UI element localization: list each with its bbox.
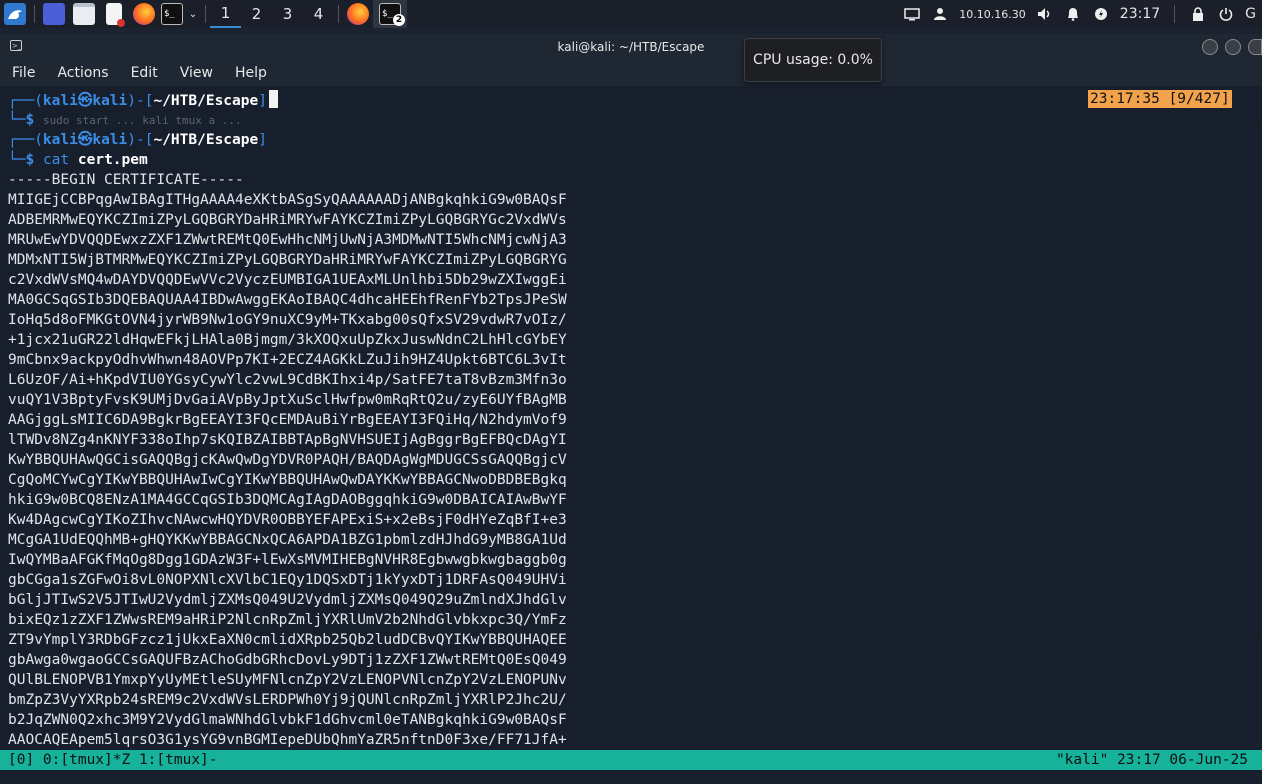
menu-view[interactable]: View bbox=[168, 65, 223, 81]
workspace-3[interactable]: 3 bbox=[272, 0, 303, 28]
panel-tray: 10.10.16.30 23:17 G bbox=[903, 0, 1262, 28]
window-title: kali@kali: ~/HTB/Escape bbox=[557, 40, 705, 54]
ghost-text: sudo start ... kali tmux a ... bbox=[42, 114, 242, 127]
menu-edit[interactable]: Edit bbox=[119, 65, 168, 81]
maximize-button[interactable] bbox=[1225, 39, 1241, 55]
cert-line: KwYBBQUHAwQGCisGAQQBgjcKAwQwDgYDVR0PAQH/… bbox=[8, 452, 567, 468]
terminal-output[interactable]: ┌──(kali㉿kali)-[~/HTB/Escape] └─$ sudo s… bbox=[0, 86, 1262, 750]
cert-line: gbAwga0wgaoGCCsGAQUFBzAChoGdbGRhcDovLy9D… bbox=[8, 652, 567, 668]
taskbar-terminal[interactable]: $_ 2 bbox=[373, 0, 407, 28]
menu-file[interactable]: File bbox=[0, 65, 45, 81]
cert-line: b2JqZWN0Q2xhc3M9Y2VydGlmaWNhdGlvbkF1dGhv… bbox=[8, 712, 567, 728]
window-titlebar[interactable]: >_ kali@kali: ~/HTB/Escape bbox=[0, 34, 1262, 60]
cert-line: CgQoMCYwCgYIKwYBBQUHAwIwCgYIKwYBBQUHAwQw… bbox=[8, 472, 567, 488]
prompt-line: ┌──(kali㉿kali)-[~/HTB/Escape] bbox=[8, 132, 267, 148]
close-button[interactable] bbox=[1248, 39, 1262, 55]
menu-help[interactable]: Help bbox=[223, 65, 277, 81]
cert-line: AAGjggLsMIIC6DA9BgkrBgEEAYI3FQcEMDAuBiYr… bbox=[8, 412, 567, 428]
cert-line: vuQY1V3BptyFvsK9UMjDvGaiAVpByJptXuSclHwf… bbox=[8, 392, 567, 408]
cert-line: +1jcx21uGR22ldHqwEFkjLHAla0Bjmgm/3kXOQxu… bbox=[8, 332, 567, 348]
cert-line: bmZpZ3VyYXRpb24sREM9c2VxdWVsLERDPWh0Yj9j… bbox=[8, 692, 567, 708]
cert-line: c2VxdWVsMQ4wDAYDVQQDEwVVc2VyczEUMBIGA1UE… bbox=[8, 272, 567, 288]
taskbar-firefox[interactable] bbox=[343, 0, 373, 28]
volume-icon[interactable] bbox=[1036, 5, 1054, 23]
text-editor-icon bbox=[106, 3, 125, 27]
cert-line: AAOCAQEApem5lqrsO3G1ysYG9vnBGMIepeDUbQhm… bbox=[8, 732, 567, 748]
tmux-clock: 23:17:35 [9/427] bbox=[1088, 90, 1232, 108]
terminal-icon[interactable]: >_ bbox=[10, 40, 22, 51]
prompt-line: ┌──(kali㉿kali)-[~/HTB/Escape] bbox=[8, 90, 278, 111]
text-editor-button[interactable] bbox=[99, 0, 129, 28]
terminal-launcher-button[interactable]: $_ bbox=[159, 0, 185, 28]
firefox-launcher-button[interactable] bbox=[129, 0, 159, 28]
workspace-2[interactable]: 2 bbox=[241, 0, 272, 28]
cert-line: MRUwEwYDVQQDEwxzZXF1ZWwtREMtQ0EwHhcNMjUw… bbox=[8, 232, 567, 248]
panel-clock[interactable]: 23:17 bbox=[1120, 6, 1160, 22]
menu-bar: File Actions Edit View Help bbox=[0, 60, 1262, 86]
terminal-window: >_ kali@kali: ~/HTB/Escape File Actions … bbox=[0, 34, 1262, 784]
kali-dragon-icon bbox=[4, 3, 26, 25]
chevron-down-icon[interactable]: ⌄ bbox=[185, 0, 201, 28]
cert-line: bixEQz1zZXF1ZWwsREM9aHRiP2NlcnRpZmljYXRl… bbox=[8, 612, 567, 628]
minimize-button[interactable] bbox=[1202, 39, 1218, 55]
panel-separator bbox=[1174, 5, 1176, 23]
command: cat bbox=[42, 152, 70, 168]
cert-line: L6UzOF/Ai+hKpdVIU0YGsyCywYlc2vwL9CdBKIhx… bbox=[8, 372, 567, 388]
tmux-status-right: "kali" 23:17 06-Jun-25 bbox=[1055, 752, 1248, 768]
cert-line: ZT9vYmplY3RDbGFzcz1jUkxEaXN0cmlidXRpb25Q… bbox=[8, 632, 567, 648]
workspace-4[interactable]: 4 bbox=[303, 0, 334, 28]
vpn-user-icon[interactable] bbox=[931, 5, 949, 23]
ip-address: 10.10.16.30 bbox=[959, 7, 1026, 21]
top-panel: $_ ⌄ 1 2 3 4 $_ 2 10.10.16.30 23:17 G bbox=[0, 0, 1262, 28]
workspace-1[interactable]: 1 bbox=[210, 0, 241, 28]
menu-actions[interactable]: Actions bbox=[45, 65, 118, 81]
cert-line: IoHq5d8oFMKGtOVN4jyrWB9Nw1oGY9nuXC9yM+TK… bbox=[8, 312, 567, 328]
desktop-icon bbox=[43, 3, 65, 25]
firefox-icon bbox=[133, 3, 155, 25]
panel-separator bbox=[338, 5, 339, 23]
prompt-line-2: └─$ sudo start ... kali tmux a ... bbox=[8, 112, 242, 128]
display-icon[interactable] bbox=[903, 5, 921, 23]
cert-line: lTWDv8NZg4nKNYF338oIhp7sKQIBZAIBBTApBgNV… bbox=[8, 432, 567, 448]
notifications-bell-icon[interactable] bbox=[1064, 5, 1082, 23]
cert-line: MIIGEjCCBPqgAwIBAgITHgAAAA4eXKtbASgSyQAA… bbox=[8, 192, 567, 208]
cert-line: MCgGA1UdEQQhMB+gHQYKKwYBBAGCNxQCA6APDA1B… bbox=[8, 532, 567, 548]
cert-line: QUlBLENOPVB1YmxpYyUyMEtleSUyMFNlcnZpY2Vz… bbox=[8, 672, 567, 688]
cert-line: ADBEMRMwEQYKCZImiZPyLGQBGRYDaHRiMRYwFAYK… bbox=[8, 212, 567, 228]
terminal-cursor bbox=[268, 90, 278, 108]
window-count-badge: 2 bbox=[393, 14, 405, 26]
cert-line: gbCGga1sZGFwOi8vL0NOPXNlcXVlbC1EQy1DQSxD… bbox=[8, 572, 567, 588]
terminal-icon: $_ bbox=[161, 3, 183, 25]
cert-begin-line: -----BEGIN CERTIFICATE----- bbox=[8, 172, 244, 188]
tmux-status-bar: [0] 0:[tmux]*Z 1:[tmux]- "kali" 23:17 06… bbox=[0, 750, 1262, 770]
panel-separator bbox=[205, 5, 206, 23]
cert-line: 9mCbnx9ackpyOdhvWhwn48AOVPp7KI+2ECZ4AGKk… bbox=[8, 352, 567, 368]
command-argument: cert.pem bbox=[77, 152, 148, 168]
cert-line: MDMxNTI5WjBTMRMwEQYKCZImiZPyLGQBGRYDaHRi… bbox=[8, 252, 567, 268]
power-icon[interactable] bbox=[1217, 5, 1235, 23]
folder-icon bbox=[73, 3, 95, 25]
lock-screen-icon[interactable] bbox=[1189, 5, 1207, 23]
panel-separator bbox=[34, 5, 35, 23]
file-manager-button[interactable] bbox=[69, 0, 99, 28]
certificate-body: MIIGEjCCBPqgAwIBAgITHgAAAA4eXKtbASgSyQAA… bbox=[8, 190, 567, 750]
cert-line: Kw4DAgcwCgYIKoZIhvcNAwcwHQYDVR0OBBYEFAPE… bbox=[8, 512, 567, 528]
power-manager-icon[interactable] bbox=[1092, 5, 1110, 23]
cert-line: hkiG9w0BCQ8ENzA1MA4GCCqGSIb3DQMCAgIAgDAO… bbox=[8, 492, 567, 508]
cert-line: IwQYMBaAFGKfMqOg8Dgg1GDAzW3F+lEwXsMVMIHE… bbox=[8, 552, 567, 568]
cert-line: bGljJTIwS2V5JTIwU2VydmljZXMsQ049U2Vydmlj… bbox=[8, 592, 567, 608]
panel-trailing-label[interactable]: G bbox=[1245, 6, 1256, 22]
cert-line: MA0GCSqGSIb3DQEBAQUAA4IBDwAwggEKAoIBAQC4… bbox=[8, 292, 567, 308]
cpu-usage-tooltip: CPU usage: 0.0% bbox=[744, 38, 882, 82]
kali-menu-button[interactable] bbox=[0, 0, 30, 28]
show-desktop-button[interactable] bbox=[39, 0, 69, 28]
command-line: └─$ cat cert.pem bbox=[8, 152, 148, 168]
firefox-icon bbox=[347, 3, 369, 25]
tmux-window-list[interactable]: [0] 0:[tmux]*Z 1:[tmux]- bbox=[8, 750, 218, 770]
